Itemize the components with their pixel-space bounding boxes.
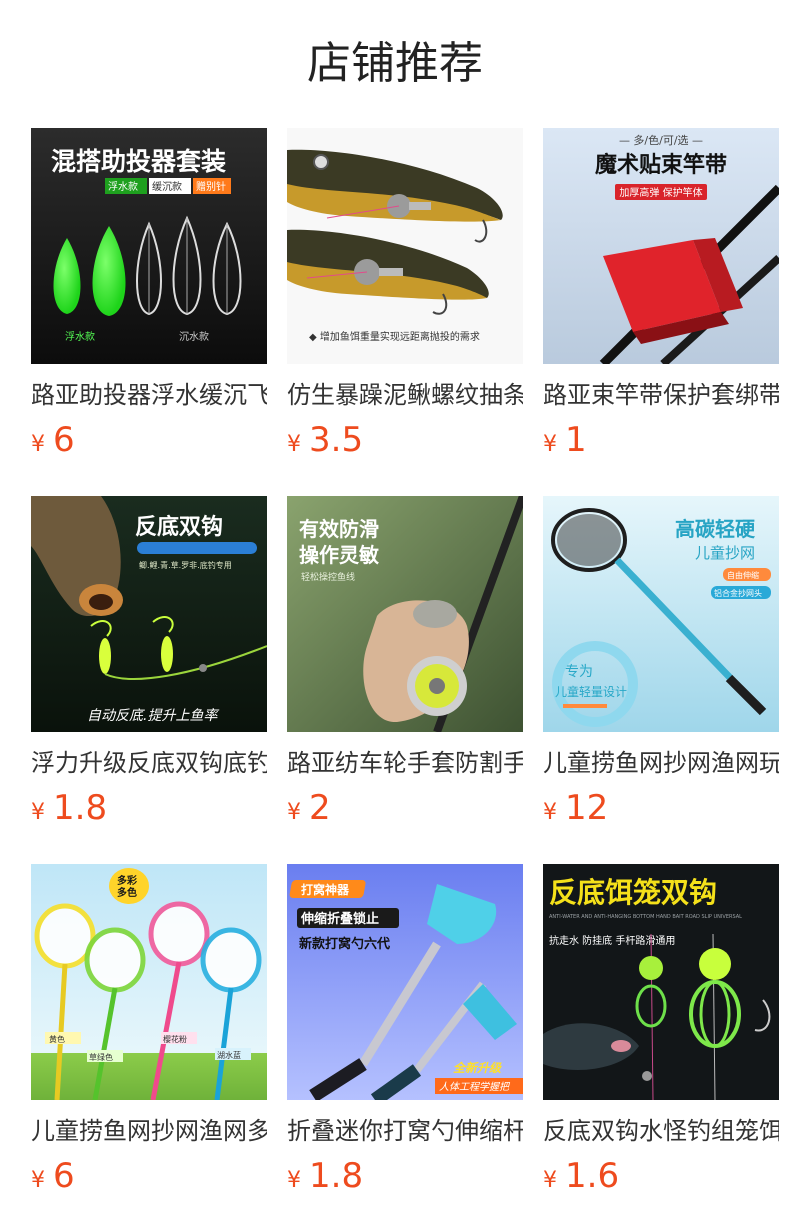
color-label: 湖水蓝: [217, 1050, 241, 1060]
price-value: 1.8: [53, 788, 108, 828]
product-card[interactable]: 混搭助投器套装 浮水款 缓沉款 赠别针 浮水款 沉水款 路亚助投器浮水缓沉飞铅套…: [31, 128, 267, 462]
product-name[interactable]: 儿童捞鱼网抄网渔网玩具: [543, 746, 779, 780]
banner-sub: 鲫.鲤.青.草.罗非.底钓专用: [139, 560, 232, 570]
banner-sub: 抗走水 防挂底 手杆路滑通用: [549, 934, 675, 947]
banner-line: 新款打窝勺六代: [299, 936, 390, 952]
product-name[interactable]: 浮力升级反底双钩底钓组: [31, 746, 267, 780]
product-card[interactable]: 反底饵笼双钩 ANTI-WATER AND ANTI-HANGING BOTTO…: [543, 864, 779, 1198]
currency-symbol: ¥: [31, 1168, 45, 1193]
product-image[interactable]: 反底双钩 鲫.鲤.青.草.罗非.底钓专用 自动反底.提升上鱼率: [31, 496, 267, 732]
price-value: 12: [565, 788, 609, 828]
color-label: 樱花粉: [163, 1034, 187, 1044]
banner-tag: 打窝神器: [301, 882, 350, 897]
product-image[interactable]: ◆ 增加鱼饵重量实现远距离抛投的需求: [287, 128, 523, 364]
currency-symbol: ¥: [543, 1168, 557, 1193]
product-card[interactable]: 高碳轻硬 儿童抄网 自由伸缩 铝合金抄网头 专为 儿童轻量设计 儿童捞鱼网抄网渔…: [543, 496, 779, 830]
product-image[interactable]: 打窝神器 伸缩折叠锁止 新款打窝勺六代 全新升级 人体工程学握把: [287, 864, 523, 1100]
banner-ring: 儿童轻量设计: [555, 684, 627, 699]
product-card[interactable]: 有效防滑 操作灵敏 轻松操控鱼线 路亚纺车轮手套防割手指套 ¥2: [287, 496, 523, 830]
price-value: 1: [565, 420, 587, 460]
product-image[interactable]: 高碳轻硬 儿童抄网 自由伸缩 铝合金抄网头 专为 儿童轻量设计: [543, 496, 779, 732]
banner-line: 全新升级: [453, 1061, 502, 1075]
price-value: 1.6: [565, 1156, 620, 1196]
product-image[interactable]: 反底饵笼双钩 ANTI-WATER AND ANTI-HANGING BOTTO…: [543, 864, 779, 1100]
product-name[interactable]: 儿童捞鱼网抄网渔网多彩多色: [31, 1114, 267, 1148]
product-name[interactable]: 路亚助投器浮水缓沉飞铅套装: [31, 378, 267, 412]
banner-headline: 操作灵敏: [299, 543, 380, 567]
product-image[interactable]: 多彩 多色 黄色 草绿色 樱花粉 湖水蓝: [31, 864, 267, 1100]
product-price: ¥1.6: [543, 1154, 779, 1198]
banner-headline: 儿童抄网: [695, 544, 755, 562]
banner-headline: 反底饵笼双钩: [549, 876, 717, 909]
currency-symbol: ¥: [287, 1168, 301, 1193]
product-card[interactable]: — 多/色/可/选 — 魔术贴束竿带 加厚高弹 保护竿体 路亚束竿带保护套绑带 …: [543, 128, 779, 462]
product-price: ¥6: [31, 418, 267, 462]
product-price: ¥12: [543, 786, 779, 830]
banner-en: ANTI-WATER AND ANTI-HANGING BOTTOM HAND …: [549, 914, 742, 920]
banner-headline: 高碳轻硬: [675, 517, 756, 541]
banner-headline: 反底双钩: [135, 514, 223, 540]
color-label: 黄色: [49, 1034, 65, 1044]
price-value: 6: [53, 1156, 75, 1196]
currency-symbol: ¥: [31, 432, 45, 457]
product-price: ¥3.5: [287, 418, 523, 462]
banner-sub: 轻松操控鱼线: [301, 571, 355, 583]
product-card[interactable]: 反底双钩 鲫.鲤.青.草.罗非.底钓专用 自动反底.提升上鱼率 浮力升级反底双钩…: [31, 496, 267, 830]
product-price: ¥1.8: [31, 786, 267, 830]
banner-top: — 多/色/可/选 —: [619, 133, 703, 147]
product-image[interactable]: 混搭助投器套装 浮水款 缓沉款 赠别针 浮水款 沉水款: [31, 128, 267, 364]
banner-line: 伸缩折叠锁止: [300, 911, 379, 927]
product-price: ¥6: [31, 1154, 267, 1198]
page-title: 店铺推荐: [307, 38, 483, 89]
banner-tag: 铝合金抄网头: [714, 588, 762, 598]
banner-bottom: 自动反底.提升上鱼率: [87, 708, 219, 724]
banner-label: 沉水款: [179, 330, 209, 343]
currency-symbol: ¥: [543, 800, 557, 825]
banner-bubble: 多彩: [117, 874, 137, 887]
product-image[interactable]: 有效防滑 操作灵敏 轻松操控鱼线: [287, 496, 523, 732]
product-image[interactable]: — 多/色/可/选 — 魔术贴束竿带 加厚高弹 保护竿体: [543, 128, 779, 364]
banner-line: 人体工程学握把: [439, 1081, 511, 1093]
product-price: ¥1: [543, 418, 779, 462]
currency-symbol: ¥: [287, 432, 301, 457]
product-card[interactable]: 打窝神器 伸缩折叠锁止 新款打窝勺六代 全新升级 人体工程学握把 折叠迷你打窝勺…: [287, 864, 523, 1198]
price-value: 2: [309, 788, 331, 828]
product-name[interactable]: 反底双钩水怪钓组笼饵: [543, 1114, 779, 1148]
currency-symbol: ¥: [543, 432, 557, 457]
banner-headline: 魔术贴束竿带: [595, 152, 727, 178]
banner-bubble: 多色: [117, 886, 137, 899]
banner-tag: 赠别针: [196, 180, 226, 193]
product-name[interactable]: 路亚纺车轮手套防割手指套: [287, 746, 523, 780]
product-name[interactable]: 路亚束竿带保护套绑带: [543, 378, 779, 412]
banner-tag: 加厚高弹 保护竿体: [619, 186, 702, 199]
product-card[interactable]: ◆ 增加鱼饵重量实现远距离抛投的需求 仿生暴躁泥鳅螺纹抽条软饵 ¥3.5: [287, 128, 523, 462]
price-value: 6: [53, 420, 75, 460]
product-name[interactable]: 折叠迷你打窝勺伸缩杆: [287, 1114, 523, 1148]
product-name[interactable]: 仿生暴躁泥鳅螺纹抽条软饵: [287, 378, 523, 412]
product-price: ¥2: [287, 786, 523, 830]
banner-headline: 有效防滑: [299, 517, 379, 541]
banner-tag: 浮水款: [108, 180, 138, 193]
color-label: 草绿色: [89, 1052, 113, 1062]
currency-symbol: ¥: [287, 800, 301, 825]
banner-tag: 自由伸缩: [727, 570, 759, 580]
currency-symbol: ¥: [31, 800, 45, 825]
banner-headline: 混搭助投器套装: [51, 147, 226, 176]
banner-ring: 专为: [565, 664, 593, 680]
banner-label: 浮水款: [65, 330, 95, 343]
price-value: 3.5: [309, 420, 364, 460]
banner-tag: 缓沉款: [152, 180, 182, 193]
price-value: 1.8: [309, 1156, 364, 1196]
banner-caption: ◆ 增加鱼饵重量实现远距离抛投的需求: [309, 330, 480, 343]
product-card[interactable]: 多彩 多色 黄色 草绿色 樱花粉 湖水蓝 儿童捞鱼网抄网渔网多彩多色: [31, 864, 267, 1198]
product-price: ¥1.8: [287, 1154, 523, 1198]
